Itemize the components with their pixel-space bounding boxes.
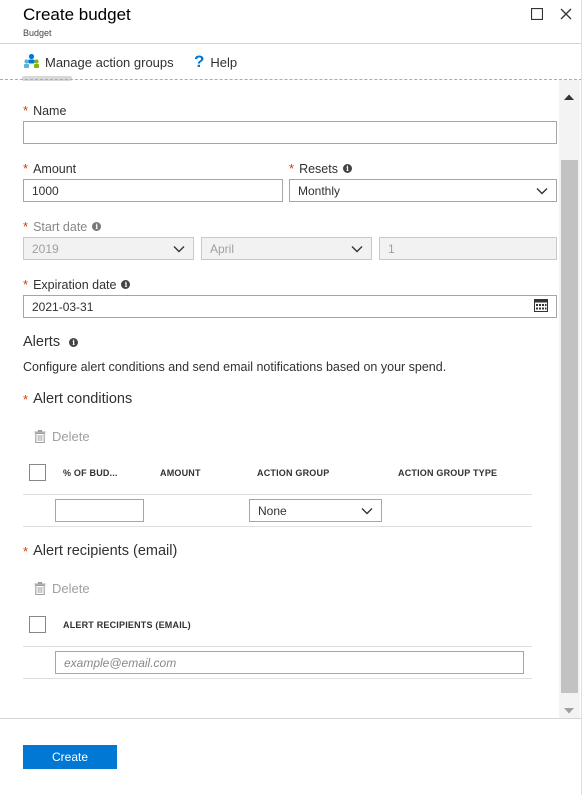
chevron-down-icon — [361, 507, 373, 514]
resets-label: * Resets i — [289, 161, 352, 176]
expiration-date-value: 2021-03-31 — [32, 299, 94, 314]
required-marker: * — [23, 391, 29, 407]
chevron-down-icon — [173, 245, 185, 252]
start-year-select: 2019 — [23, 237, 194, 260]
chevron-down-icon — [351, 245, 363, 252]
alert-conditions-heading: * Alert conditions — [23, 391, 132, 407]
resets-select[interactable]: Monthly — [289, 179, 557, 202]
conditions-delete-button[interactable]: Delete — [34, 429, 90, 444]
start-year-value: 2019 — [32, 241, 59, 256]
recipients-select-all-checkbox[interactable] — [29, 616, 46, 633]
required-marker: * — [23, 161, 29, 176]
maximize-icon[interactable] — [527, 4, 547, 24]
expiration-date-input[interactable]: 2021-03-31 — [23, 295, 557, 318]
create-button[interactable]: Create — [23, 745, 117, 769]
name-input[interactable] — [23, 121, 557, 144]
conditions-delete-label: Delete — [52, 429, 90, 444]
alerts-heading: Alerts i — [23, 334, 79, 350]
help-button[interactable]: ? Help — [194, 52, 237, 72]
table-divider — [23, 494, 532, 495]
required-marker: * — [23, 219, 29, 234]
required-marker: * — [289, 161, 295, 176]
footer-divider — [0, 718, 582, 719]
recipients-row-divider — [23, 678, 532, 679]
trash-icon — [34, 430, 46, 443]
required-marker: * — [23, 277, 29, 292]
calendar-icon[interactable] — [534, 298, 548, 315]
start-date-label-text: Start date — [33, 219, 88, 234]
alert-conditions-heading-text: Alert conditions — [33, 391, 133, 407]
scroll-up-icon[interactable] — [563, 88, 575, 106]
recipients-delete-button[interactable]: Delete — [34, 581, 90, 596]
start-month-value: April — [210, 241, 235, 256]
start-month-select: April — [201, 237, 372, 260]
expiration-date-label-text: Expiration date — [33, 277, 117, 292]
alert-recipients-heading-text: Alert recipients (email) — [33, 543, 178, 559]
expiration-date-label: * Expiration date i — [23, 277, 131, 292]
action-groups-icon — [23, 53, 45, 72]
column-header-recipients[interactable]: ALERT RECIPIENTS (EMAIL) — [63, 620, 191, 630]
column-header-action-group-type[interactable]: ACTION GROUP TYPE — [398, 468, 497, 478]
action-group-value: None — [258, 503, 287, 518]
resets-label-text: Resets — [299, 161, 338, 176]
chevron-down-icon — [536, 187, 548, 194]
header-divider — [0, 43, 582, 44]
blade-edge — [581, 0, 582, 795]
column-header-percent[interactable]: % OF BUD... — [63, 468, 118, 478]
amount-label: * Amount — [23, 161, 76, 176]
alerts-description: Configure alert conditions and send emai… — [23, 360, 447, 374]
resets-select-value: Monthly — [298, 183, 341, 198]
recipients-table-divider — [23, 646, 532, 647]
name-label-text: Name — [33, 103, 67, 118]
info-icon[interactable]: i — [121, 280, 131, 289]
close-icon[interactable] — [556, 4, 576, 24]
start-day-input: 1 — [379, 237, 557, 260]
info-icon[interactable]: i — [342, 164, 352, 173]
conditions-select-all-checkbox[interactable] — [29, 464, 46, 481]
column-header-amount[interactable]: AMOUNT — [160, 468, 201, 478]
info-icon[interactable]: i — [92, 222, 102, 231]
percent-of-budget-input[interactable] — [55, 499, 144, 522]
info-icon[interactable]: i — [69, 337, 79, 347]
amount-input[interactable]: 1000 — [23, 179, 283, 202]
table-row-divider — [23, 526, 532, 527]
start-date-label: * Start date i — [23, 219, 102, 234]
help-label: Help — [210, 54, 238, 70]
action-group-select[interactable]: None — [249, 499, 382, 522]
recipients-delete-label: Delete — [52, 581, 90, 596]
required-marker: * — [23, 103, 29, 118]
toolbar-divider — [0, 79, 582, 80]
alert-recipients-heading: * Alert recipients (email) — [23, 543, 177, 559]
manage-action-groups-label: Manage action groups — [45, 54, 174, 70]
alerts-heading-text: Alerts — [23, 334, 61, 350]
help-icon: ? — [194, 52, 205, 71]
column-header-action-group[interactable]: ACTION GROUP — [257, 468, 329, 478]
manage-action-groups-button[interactable]: Manage action groups — [23, 52, 174, 72]
name-label: * Name — [23, 103, 66, 118]
required-marker: * — [23, 543, 29, 559]
trash-icon — [34, 582, 46, 595]
email-input[interactable]: example@email.com — [55, 651, 524, 674]
amount-label-text: Amount — [33, 161, 77, 176]
blade-subtitle: Budget — [23, 28, 52, 38]
blade-title: Create budget — [23, 5, 131, 24]
scrollbar-thumb[interactable] — [561, 160, 578, 693]
